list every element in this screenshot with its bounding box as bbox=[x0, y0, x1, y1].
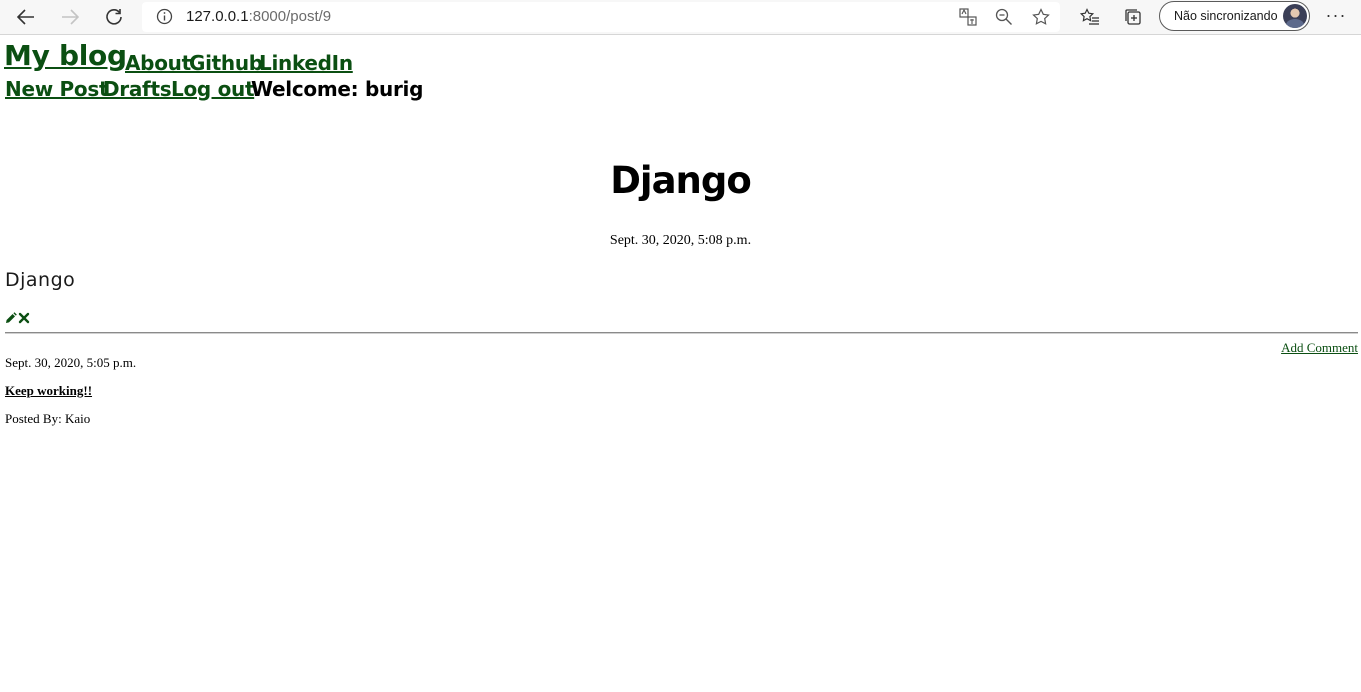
address-bar[interactable]: 127.0.0.1:8000/post/9 bbox=[142, 2, 1060, 32]
browser-toolbar: 127.0.0.1:8000/post/9 Não sincronizando … bbox=[0, 0, 1361, 35]
nav-link-linkedin[interactable]: LinkedIn bbox=[259, 51, 353, 75]
collections-button[interactable] bbox=[1122, 6, 1144, 28]
favorites-button[interactable] bbox=[1079, 6, 1101, 28]
new-post-link[interactable]: New Post bbox=[5, 77, 109, 101]
edit-post-button[interactable] bbox=[5, 311, 17, 323]
forward-button[interactable] bbox=[56, 4, 84, 30]
post-body: Django bbox=[5, 269, 76, 291]
avatar bbox=[1283, 4, 1307, 28]
welcome-text: Welcome: burig bbox=[251, 77, 424, 101]
favorites-icon bbox=[1080, 8, 1099, 25]
zoom-button[interactable] bbox=[994, 7, 1014, 27]
url-path: :8000/post/9 bbox=[248, 8, 332, 25]
delete-post-button[interactable] bbox=[18, 311, 30, 324]
nav-link-github[interactable]: Github bbox=[189, 51, 263, 75]
star-icon bbox=[1032, 8, 1050, 25]
back-arrow-icon bbox=[17, 9, 34, 25]
profile-sync-button[interactable]: Não sincronizando bbox=[1159, 1, 1310, 31]
post-date: Sept. 30, 2020, 5:08 p.m. bbox=[609, 233, 752, 248]
delete-x-icon bbox=[18, 312, 30, 324]
add-comment-link[interactable]: Add Comment bbox=[1281, 340, 1358, 356]
nav-link-about[interactable]: About bbox=[125, 51, 191, 75]
favorite-button[interactable] bbox=[1031, 7, 1051, 27]
forward-arrow-icon bbox=[62, 9, 79, 25]
zoom-icon bbox=[995, 8, 1012, 25]
comment-author: Posted By: Kaio bbox=[5, 411, 91, 426]
more-menu-button[interactable]: ··· bbox=[1324, 6, 1348, 28]
collections-icon bbox=[1125, 9, 1141, 25]
info-icon[interactable] bbox=[156, 8, 173, 25]
translate-icon bbox=[959, 8, 977, 26]
logout-link[interactable]: Log out bbox=[171, 77, 255, 101]
pencil-icon bbox=[6, 312, 17, 323]
url-host: 127.0.0.1 bbox=[186, 8, 249, 25]
refresh-icon bbox=[106, 9, 122, 25]
post-title: Django bbox=[610, 159, 752, 202]
divider bbox=[5, 332, 1358, 334]
translate-button[interactable] bbox=[958, 7, 978, 27]
drafts-link[interactable]: Drafts bbox=[103, 77, 172, 101]
refresh-button[interactable] bbox=[100, 4, 128, 30]
url-text[interactable]: 127.0.0.1:8000/post/9 bbox=[186, 8, 331, 25]
comment-text: Keep working!! bbox=[5, 383, 93, 398]
comment-date: Sept. 30, 2020, 5:05 p.m. bbox=[5, 355, 137, 370]
sync-label: Não sincronizando bbox=[1174, 9, 1278, 23]
brand-link[interactable]: My blog bbox=[4, 39, 127, 72]
back-button[interactable] bbox=[12, 4, 40, 30]
